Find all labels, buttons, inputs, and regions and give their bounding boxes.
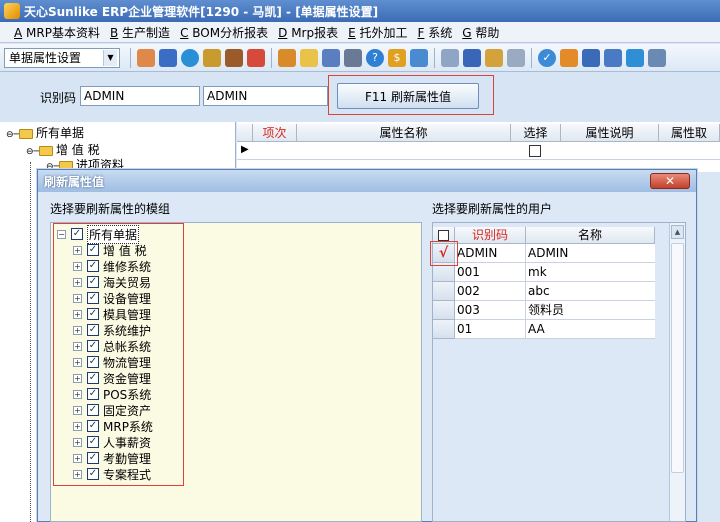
user-code: 01 xyxy=(455,320,526,339)
form-row: 识别码 ADMIN ADMIN F11 刷新属性值 xyxy=(0,72,720,122)
app-logo-icon xyxy=(4,3,20,19)
bell-icon[interactable] xyxy=(560,48,578,67)
menu-bom-reports[interactable]: C BOM分析报表 xyxy=(180,24,268,41)
user-header-code[interactable]: 识别码 xyxy=(455,227,526,244)
grid-header-attr-desc[interactable]: 属性说明 xyxy=(561,124,659,142)
tree-icon[interactable] xyxy=(582,48,600,67)
check-cell-highlight xyxy=(430,241,458,266)
briefcase-icon[interactable] xyxy=(225,48,243,67)
user-pane-label: 选择要刷新属性的用户 xyxy=(432,202,553,216)
cart-icon[interactable] xyxy=(410,48,428,67)
user-code: 001 xyxy=(455,263,526,282)
database-icon[interactable] xyxy=(485,48,503,67)
toolbar-separator xyxy=(271,47,272,68)
menu-help[interactable]: G 帮助 xyxy=(462,24,499,41)
user-code: 002 xyxy=(455,282,526,301)
row-selector[interactable] xyxy=(433,282,455,301)
grid-header-attr-name[interactable]: 属性名称 xyxy=(297,124,511,142)
function-combo[interactable]: 单据属性设置 ▼ xyxy=(4,47,120,68)
vertical-scrollbar[interactable]: ▲ xyxy=(669,223,685,521)
mail-icon[interactable] xyxy=(300,48,318,67)
menu-mrp-basic[interactable]: A MRP基本资料 xyxy=(14,24,100,41)
row-selector[interactable] xyxy=(433,320,455,339)
screen-icon[interactable] xyxy=(604,48,622,67)
user-name: mk xyxy=(526,263,655,282)
scroll-up-icon[interactable]: ▲ xyxy=(671,225,684,239)
row-selector[interactable] xyxy=(433,301,455,320)
world-icon[interactable] xyxy=(626,48,644,67)
help-icon[interactable]: ? xyxy=(366,48,384,67)
monitor-icon[interactable] xyxy=(159,48,177,67)
menu-system[interactable]: F 系统 xyxy=(418,24,453,41)
grid-corner xyxy=(237,124,253,142)
select-all-checkbox[interactable] xyxy=(438,230,449,241)
menu-outsourcing[interactable]: E 托外加工 xyxy=(348,24,407,41)
table-row[interactable]: √ ADMIN ADMIN xyxy=(433,244,655,263)
user-code: 003 xyxy=(455,301,526,320)
home-icon[interactable] xyxy=(247,48,265,67)
check-icon[interactable]: ✓ xyxy=(538,48,556,67)
dialog-title: 刷新属性值 xyxy=(38,170,696,192)
folder-icon xyxy=(18,128,33,139)
user-name: AA xyxy=(526,320,655,339)
table-row[interactable]: ▶ xyxy=(237,142,720,160)
chevron-down-icon[interactable]: ▼ xyxy=(103,49,117,66)
window-icon[interactable] xyxy=(648,48,666,67)
lock-icon[interactable] xyxy=(203,48,221,67)
user-grid: 识别码 名称 √ ADMIN ADMIN 001 mk 002 abc 003 … xyxy=(432,222,686,522)
book-icon[interactable] xyxy=(463,48,481,67)
window-titlebar: 天心Sunlike ERP企业管理软件[1290 - 马凯] - [单据属性设置… xyxy=(0,0,720,22)
close-icon[interactable]: ✕ xyxy=(650,173,690,189)
refresh-attributes-dialog: 刷新属性值 ✕ 选择要刷新属性的模组 选择要刷新属性的用户 − ✓ 所有单据 +… xyxy=(37,169,697,522)
gear-icon[interactable] xyxy=(322,48,340,67)
window-title: 天心Sunlike ERP企业管理软件[1290 - 马凯] - [单据属性设置… xyxy=(24,4,379,19)
tool-icon-1[interactable] xyxy=(137,48,155,67)
table-row[interactable]: 003 领料员 xyxy=(433,301,655,320)
toolbar-separator xyxy=(531,47,532,68)
module-selection-highlight xyxy=(53,223,184,486)
key-icon[interactable] xyxy=(344,48,362,67)
menu-production[interactable]: B 生产制造 xyxy=(110,24,170,41)
grid-header-item-no[interactable]: 项次 xyxy=(253,124,297,142)
table-row[interactable]: 01 AA xyxy=(433,320,655,339)
user-name: abc xyxy=(526,282,655,301)
user-name: 领料员 xyxy=(526,301,655,320)
code-input[interactable]: ADMIN xyxy=(80,86,200,106)
toolbar-separator xyxy=(434,47,435,68)
module-pane-label: 选择要刷新属性的模组 xyxy=(50,202,171,216)
copy-icon[interactable] xyxy=(507,48,525,67)
attribute-grid: 项次 属性名称 选择 属性说明 属性取 ▶ xyxy=(237,122,720,172)
globe-icon[interactable] xyxy=(181,48,199,67)
table-row[interactable]: 002 abc xyxy=(433,282,655,301)
menu-bar: A MRP基本资料 B 生产制造 C BOM分析报表 D Mrp报表 E 托外加… xyxy=(0,22,720,43)
code-label: 识别码 xyxy=(40,91,77,105)
users-icon[interactable] xyxy=(278,48,296,67)
name-input[interactable]: ADMIN xyxy=(203,86,328,106)
refresh-icon[interactable] xyxy=(441,48,459,67)
user-name: ADMIN xyxy=(526,244,655,263)
select-checkbox[interactable] xyxy=(529,145,541,157)
scroll-thumb[interactable] xyxy=(671,243,684,473)
tree-node-all-documents[interactable]: ⊖─ 所有单据 xyxy=(6,124,84,141)
dollar-icon[interactable]: $ xyxy=(388,48,406,67)
toolbar: 单据属性设置 ▼ ? $ ✓ xyxy=(0,44,720,72)
function-combo-value: 单据属性设置 xyxy=(9,51,82,65)
grid-header-select[interactable]: 选择 xyxy=(511,124,561,142)
tree-connector-line xyxy=(30,162,31,522)
table-row[interactable]: 001 mk xyxy=(433,263,655,282)
refresh-attributes-button[interactable]: F11 刷新属性值 xyxy=(337,83,479,109)
folder-icon xyxy=(38,145,53,156)
grid-header-attr-value[interactable]: 属性取 xyxy=(659,124,720,142)
user-code: ADMIN xyxy=(455,244,526,263)
toolbar-separator xyxy=(130,47,131,68)
user-header-name[interactable]: 名称 xyxy=(526,227,655,244)
row-pointer-icon: ▶ xyxy=(241,144,249,155)
menu-mrp-reports[interactable]: D Mrp报表 xyxy=(278,24,338,41)
